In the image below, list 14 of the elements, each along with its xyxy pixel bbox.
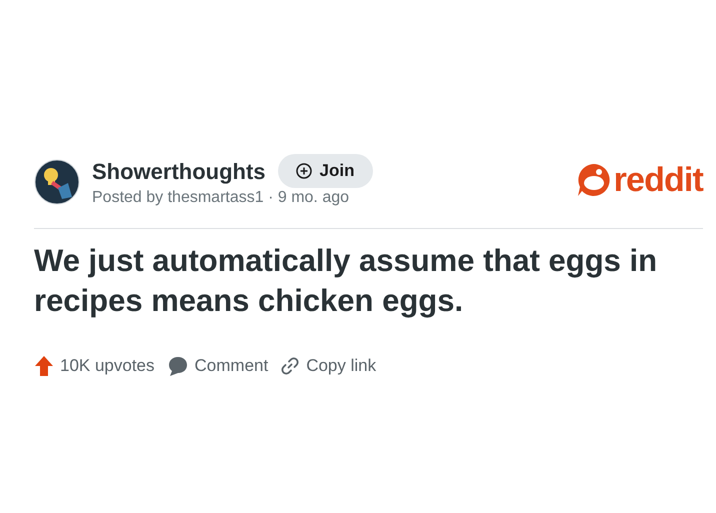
upvote-action[interactable]: 10K upvotes: [34, 353, 155, 378]
community-name[interactable]: Showerthoughts: [92, 154, 266, 188]
upvote-arrow-icon: [34, 354, 54, 377]
comment-action[interactable]: Comment: [166, 353, 268, 378]
plus-circle-icon: [296, 163, 312, 179]
post-title: We just automatically assume that eggs in recipes means chicken eggs.: [34, 242, 658, 320]
speech-bubble-icon: [166, 354, 189, 377]
reddit-logo-icon: [576, 163, 611, 197]
post-meta: Posted by thesmartass1 · 9 mo. ago: [92, 188, 350, 208]
reddit-wordmark: reddit: [614, 163, 703, 197]
community-avatar-icon: [34, 159, 80, 205]
join-button[interactable]: Join: [278, 154, 372, 188]
link-action[interactable]: Copy link: [280, 353, 376, 378]
link-icon: [280, 356, 300, 376]
